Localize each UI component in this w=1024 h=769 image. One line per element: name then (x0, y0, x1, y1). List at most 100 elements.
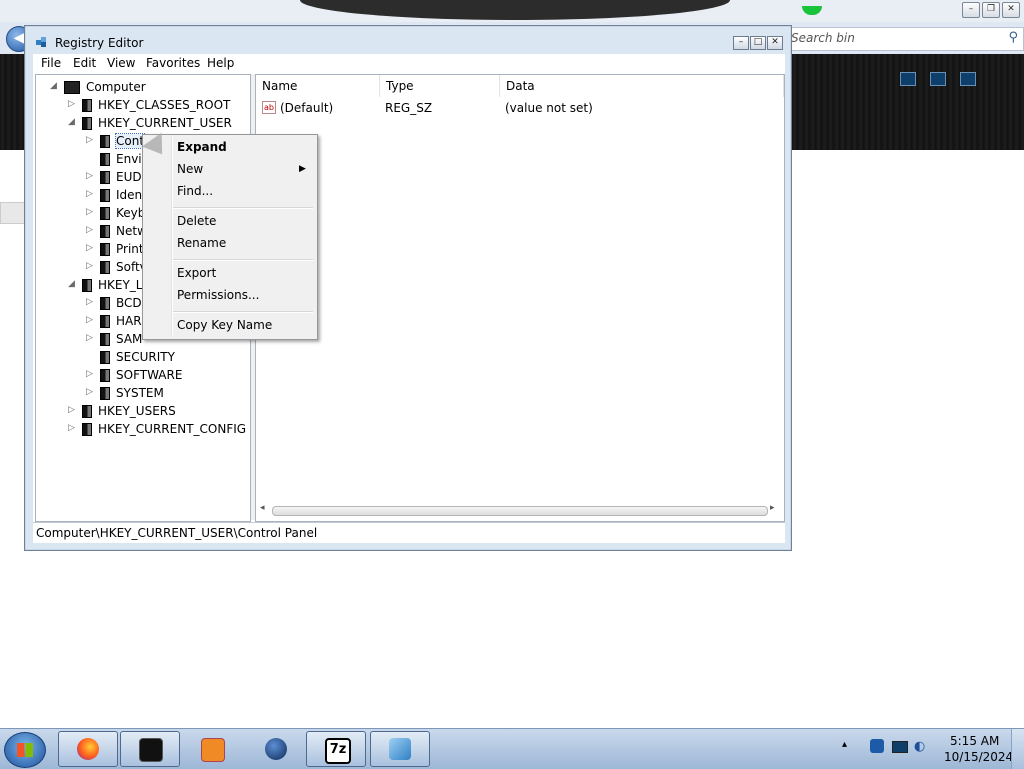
taskbar-firefox[interactable] (58, 731, 118, 767)
taskbar: 7z ▴ ◐ 5:15 AM 10/15/2024 (0, 728, 1024, 769)
menu-separator (173, 207, 313, 209)
menu-item-expand[interactable]: Expand (177, 140, 227, 154)
menu-item-export[interactable]: Export (177, 266, 216, 280)
start-button[interactable] (4, 732, 46, 768)
tree-node-label: SECURITY (116, 350, 175, 364)
tree-node-label: SYSTEM (116, 386, 164, 400)
restore-icon[interactable]: ❐ (982, 2, 1000, 18)
menu-file[interactable]: File (41, 56, 61, 70)
column-header-data[interactable]: Data (500, 75, 784, 97)
registry-key-icon (82, 99, 92, 112)
scroll-right-icon[interactable]: ▸ (770, 503, 775, 513)
column-header-name[interactable]: Name (256, 75, 380, 97)
banner-button-icon[interactable] (960, 72, 976, 86)
scroll-left-icon[interactable]: ◂ (260, 503, 265, 513)
tree-node-label: Computer (86, 80, 146, 94)
registry-key-icon (100, 189, 110, 202)
show-desktop-button[interactable] (1011, 729, 1024, 769)
tree-node-label: SOFTWARE (116, 368, 183, 382)
menu-item-delete[interactable]: Delete (177, 214, 216, 228)
expand-arrow-icon[interactable]: ▷ (86, 387, 96, 397)
registry-key-icon (82, 405, 92, 418)
7zip-icon: 7z (325, 738, 351, 764)
volume-icon[interactable]: ◐ (914, 739, 925, 754)
collapse-arrow-icon[interactable]: ◢ (68, 117, 78, 127)
expand-arrow-icon[interactable]: ▷ (86, 297, 96, 307)
tree-node-label: Keyb (116, 206, 146, 220)
tree-node-label: Print (116, 242, 144, 256)
menu-item-new[interactable]: New (177, 162, 203, 176)
expand-arrow-icon[interactable]: ▷ (86, 171, 96, 181)
menu-view[interactable]: View (107, 56, 135, 70)
context-menu: Expand New ▶ Find... Delete Rename Expor… (142, 134, 318, 340)
value-row[interactable]: ab (Default) REG_SZ (value not set) (256, 99, 784, 117)
expand-arrow-icon[interactable]: ▷ (86, 207, 96, 217)
value-data: (value not set) (505, 101, 593, 115)
expand-arrow-icon[interactable]: ▷ (86, 189, 96, 199)
background-window-controls: – ❐ ✕ (962, 2, 1020, 18)
minimize-icon[interactable]: – (733, 36, 749, 50)
terminal-icon (139, 738, 163, 762)
tray-app-icon[interactable] (870, 739, 884, 753)
registry-key-icon (100, 243, 110, 256)
expand-arrow-icon[interactable]: ▷ (86, 225, 96, 235)
collapse-arrow-icon[interactable]: ◢ (68, 279, 78, 289)
registry-key-icon (82, 117, 92, 130)
taskbar-network[interactable] (246, 731, 306, 767)
network-icon[interactable] (892, 741, 908, 753)
expand-arrow-icon[interactable]: ▷ (86, 315, 96, 325)
maximize-icon[interactable]: □ (750, 36, 766, 50)
taskbar-7zip[interactable]: 7z (306, 731, 366, 767)
menu-separator (173, 311, 313, 313)
menu-item-find[interactable]: Find... (177, 184, 213, 198)
menu-gutter (171, 137, 173, 337)
scroll-thumb[interactable] (272, 506, 768, 516)
menu-edit[interactable]: Edit (73, 56, 96, 70)
registry-editor-window: Registry Editor – □ ✕ File Edit View Fav… (24, 25, 792, 551)
menu-favorites[interactable]: Favorites (146, 56, 200, 70)
banner-button-icon[interactable] (900, 72, 916, 86)
registry-key-icon (82, 279, 92, 292)
expand-arrow-icon[interactable]: ▷ (68, 423, 78, 433)
registry-key-icon (100, 387, 110, 400)
clock-date[interactable]: 10/15/2024 (944, 750, 1013, 764)
expand-arrow-icon[interactable]: ▷ (68, 99, 78, 109)
search-input[interactable]: Search bin ⚲ (786, 27, 1024, 51)
menu-help[interactable]: Help (207, 56, 234, 70)
tree-node-label: HKEY_CURRENT_USER (98, 116, 232, 130)
minimize-icon[interactable]: – (962, 2, 980, 18)
tray-expand-icon[interactable]: ▴ (842, 739, 847, 750)
banner-button-icon[interactable] (930, 72, 946, 86)
column-header-type[interactable]: Type (380, 75, 500, 97)
horizontal-scrollbar[interactable]: ◂ ▸ (258, 503, 780, 517)
close-icon[interactable]: ✕ (1002, 2, 1020, 18)
taskbar-media-player[interactable] (182, 731, 242, 767)
registry-key-icon (100, 171, 110, 184)
close-icon[interactable]: ✕ (767, 36, 783, 50)
expand-arrow-icon[interactable]: ▷ (86, 243, 96, 253)
registry-key-icon (100, 261, 110, 274)
expand-arrow-icon[interactable]: ▷ (86, 369, 96, 379)
tree-node-label: HKEY_CLASSES_ROOT (98, 98, 231, 112)
media-player-icon (201, 738, 225, 762)
value-type: REG_SZ (385, 101, 433, 115)
window-titlebar[interactable]: Registry Editor – □ ✕ (25, 26, 791, 54)
menu-item-permissions[interactable]: Permissions... (177, 288, 259, 302)
taskbar-registry-editor[interactable] (370, 731, 430, 767)
window-controls: – □ ✕ (733, 36, 783, 50)
taskbar-terminal[interactable] (120, 731, 180, 767)
registry-key-icon (100, 153, 110, 166)
computer-icon (64, 81, 80, 94)
clock-time[interactable]: 5:15 AM (950, 734, 999, 748)
string-value-icon: ab (262, 101, 276, 114)
menu-item-copy-key-name[interactable]: Copy Key Name (177, 318, 272, 332)
menu-item-rename[interactable]: Rename (177, 236, 226, 250)
collapse-arrow-icon[interactable]: ◢ (50, 81, 60, 91)
expand-arrow-icon[interactable]: ▷ (68, 405, 78, 415)
expand-arrow-icon[interactable]: ▷ (86, 135, 96, 145)
values-list[interactable]: Name Type Data ab (Default) REG_SZ (valu… (255, 74, 785, 522)
registry-key-icon (82, 423, 92, 436)
expand-arrow-icon[interactable]: ▷ (86, 333, 96, 343)
expand-arrow-icon[interactable]: ▷ (86, 261, 96, 271)
search-icon[interactable]: ⚲ (1008, 30, 1018, 45)
